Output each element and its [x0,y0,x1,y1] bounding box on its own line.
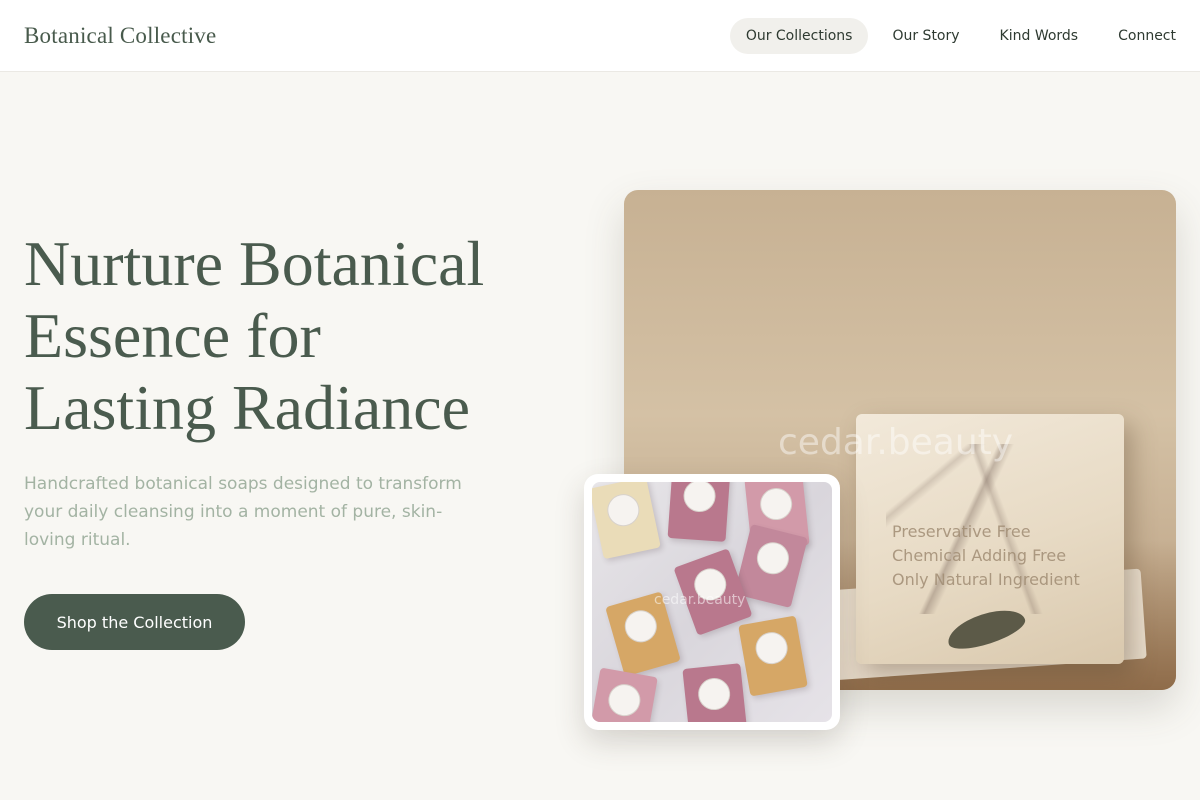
soap-box-label-line: Chemical Adding Free [892,546,1067,565]
main-nav: Our Collections Our Story Kind Words Con… [729,17,1176,54]
image-watermark: cedar.beauty [654,592,746,608]
soap-box-label-line: Only Natural Ingredient [892,570,1080,589]
secondary-product-image-card: cedar.beauty [584,474,840,730]
soap-box-label: Preservative Free Chemical Adding Free O… [892,520,1080,592]
hero-title-line: Essence for [24,300,321,371]
soap-bar [667,482,731,542]
shop-collection-button[interactable]: Shop the Collection [24,594,245,650]
hero-title-line: Nurture Botanical [24,228,485,299]
hero-title-line: Lasting Radiance [24,372,471,443]
hero-subtitle: Handcrafted botanical soaps designed to … [24,474,462,550]
nav-item-connect[interactable]: Connect [1102,18,1176,54]
soap-bar [592,482,661,560]
soap-bar [592,667,658,722]
soap-bar [738,615,808,697]
nav-item-our-story[interactable]: Our Story [876,18,975,54]
hero-title: Nurture Botanical Essence for Lasting Ra… [24,228,584,444]
image-watermark: cedar.beauty [778,422,1014,463]
brand-logo[interactable]: Botanical Collective [24,23,216,49]
site-header: Botanical Collective Our Collections Our… [0,0,1200,72]
nav-item-kind-words[interactable]: Kind Words [984,18,1095,54]
soap-box-label-line: Preservative Free [892,522,1031,541]
nav-item-our-collections[interactable]: Our Collections [729,17,869,54]
secondary-product-image: cedar.beauty [592,482,832,722]
soap-bar [682,663,748,722]
